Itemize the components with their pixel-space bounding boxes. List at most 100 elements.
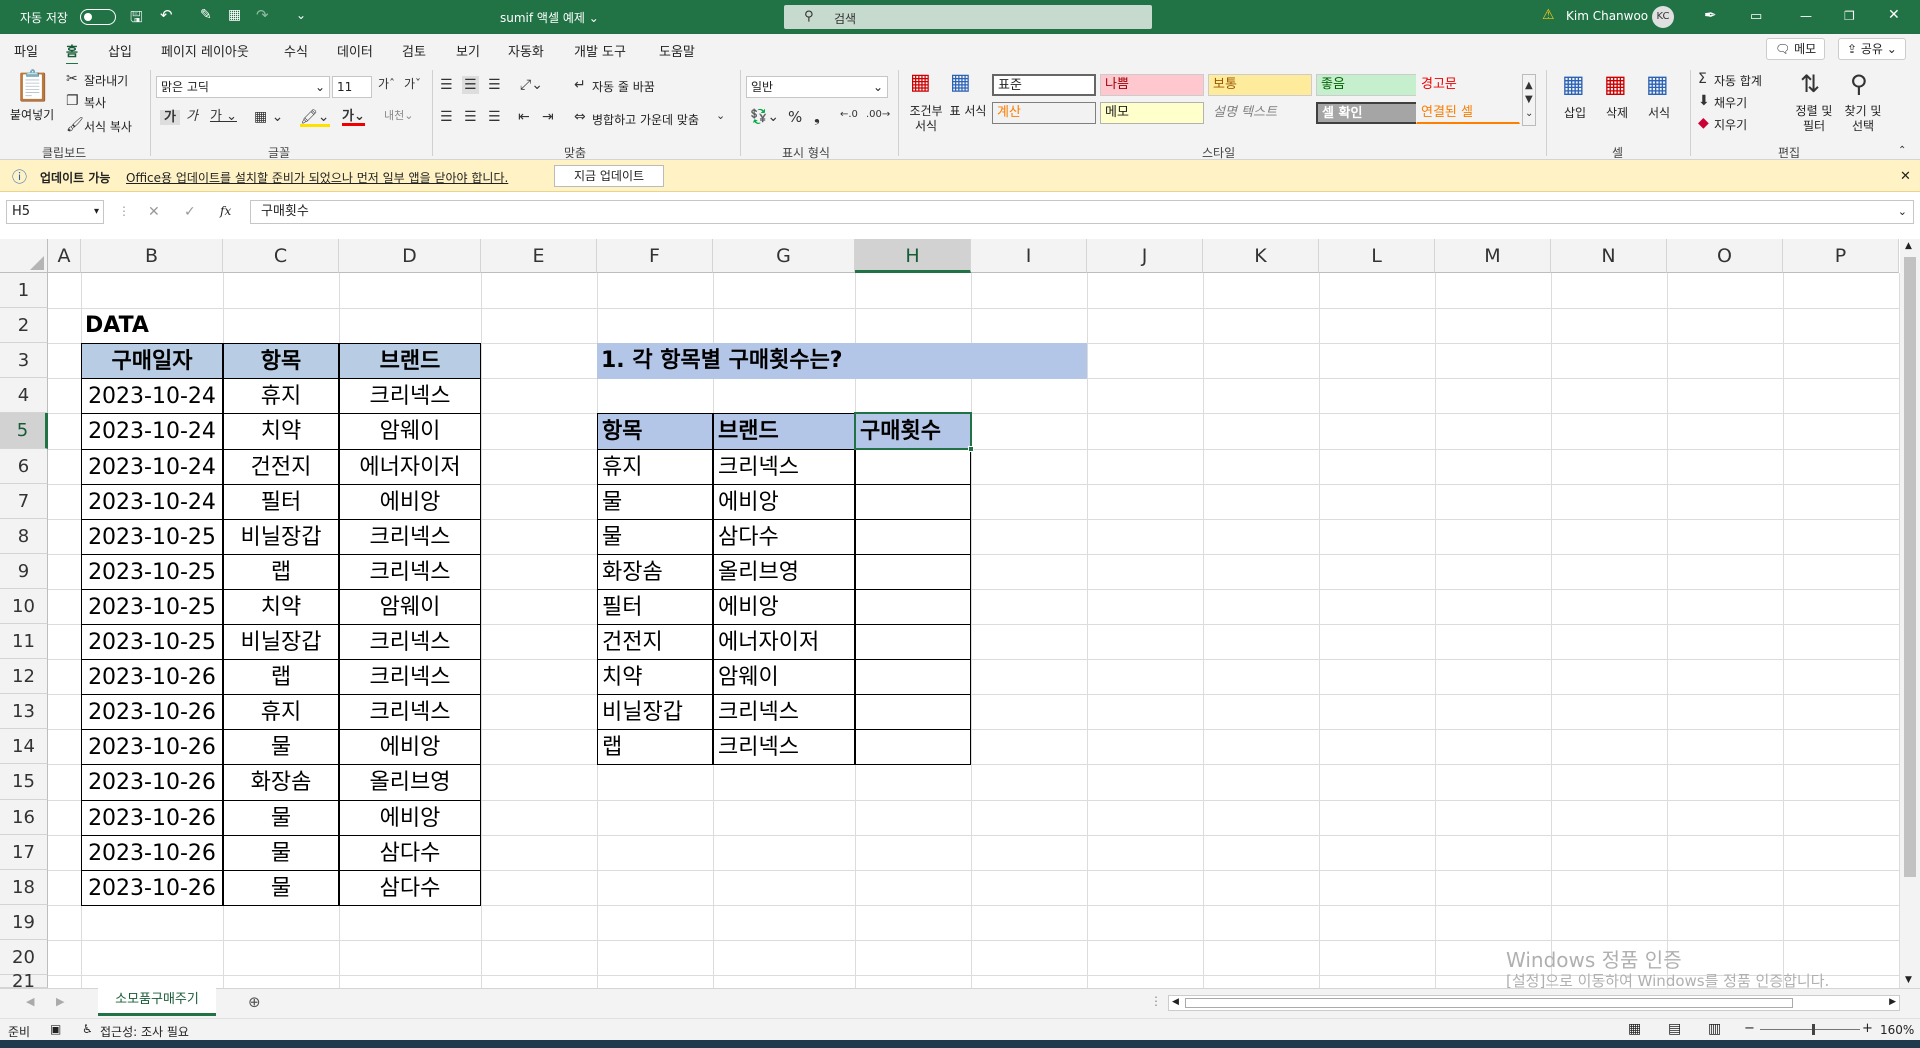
scroll-up-icon[interactable]: ▲ [1905, 241, 1912, 251]
comma-icon[interactable]: ❟ [814, 110, 820, 125]
align-top-icon[interactable]: ☰ [440, 78, 453, 92]
row-header-8[interactable]: 8 [0, 519, 48, 554]
number-format-dropdown[interactable]: 일반 ⌄ [746, 76, 888, 98]
save-icon[interactable]: 🖫 [130, 7, 143, 32]
update-now-button[interactable]: 지금 업데이트 [554, 165, 664, 187]
tab-help[interactable]: 도움말 [659, 41, 695, 60]
column-header-f[interactable]: F [597, 239, 713, 273]
style-good[interactable]: 좋음 [1316, 74, 1420, 96]
row-header-9[interactable]: 9 [0, 554, 48, 589]
delete-cells-icon[interactable]: ▦ [1604, 72, 1627, 96]
tab-home[interactable]: 홈 [66, 41, 78, 66]
column-header-a[interactable]: A [48, 239, 81, 273]
column-header-c[interactable]: C [223, 239, 339, 273]
row-header-20[interactable]: 20 [0, 940, 48, 975]
tab-review[interactable]: 검토 [402, 41, 426, 60]
normal-view-icon[interactable]: ▦ [1628, 1021, 1641, 1037]
format-cells-icon[interactable]: ▦ [1646, 72, 1669, 96]
underline-icon[interactable]: 가 ⌄ [210, 110, 237, 123]
cut-icon[interactable]: ✂ [66, 72, 78, 86]
merge-dropdown-icon[interactable]: ⌄ [716, 110, 725, 121]
redo-icon[interactable]: ↷ [256, 6, 269, 24]
search-box[interactable]: ⚲ 검색 [784, 5, 1152, 29]
decrease-font-icon[interactable]: 가ˇ [404, 78, 421, 90]
style-neutral[interactable]: 보통 [1208, 74, 1312, 96]
zoom-in-icon[interactable]: + [1862, 1021, 1873, 1036]
copy-icon[interactable]: ❐ [66, 94, 79, 108]
insert-cells-label[interactable]: 삽입 [1564, 104, 1586, 121]
font-color-icon[interactable]: 가⌄ [342, 110, 365, 126]
column-header-n[interactable]: N [1551, 239, 1667, 273]
tab-developer[interactable]: 개발 도구 [574, 41, 626, 60]
insert-cells-icon[interactable]: ▦ [1562, 72, 1585, 96]
paste-icon[interactable]: 📋 [14, 72, 51, 102]
style-bad[interactable]: 나쁨 [1100, 74, 1204, 96]
align-middle-icon[interactable]: ☰ [462, 76, 479, 94]
align-bottom-icon[interactable]: ☰ [488, 78, 501, 92]
scroll-left-icon[interactable]: ◀ [1172, 997, 1179, 1007]
row-header-7[interactable]: 7 [0, 484, 48, 519]
macro-record-icon[interactable]: ▣ [50, 1022, 61, 1036]
format-cells-label[interactable]: 서식 [1648, 104, 1670, 121]
table-icon[interactable]: ▦ [228, 7, 241, 23]
wrap-text-icon[interactable]: ↵ [574, 78, 586, 92]
row-header-3[interactable]: 3 [0, 343, 48, 378]
phonetic-icon[interactable]: 내천⌄ [384, 110, 413, 121]
user-name[interactable]: Kim Chanwoo [1566, 9, 1648, 23]
column-header-j[interactable]: J [1087, 239, 1203, 273]
table-format-icon[interactable]: ▦ [950, 72, 971, 94]
conditional-format-label[interactable]: 조건부 서식 [906, 104, 946, 134]
page-break-view-icon[interactable]: ▥ [1708, 1021, 1721, 1037]
column-header-o[interactable]: O [1667, 239, 1783, 273]
pen-icon[interactable]: ✒ [1704, 6, 1717, 24]
sort-filter-label[interactable]: 정렬 및 필터 [1794, 104, 1834, 134]
row-header-21[interactable]: 21 [0, 973, 48, 991]
share-button[interactable]: ⇪ 공유 ⌄ [1838, 38, 1906, 60]
table-format-label[interactable]: 표 서식 [948, 104, 988, 119]
wrap-text-label[interactable]: 자동 줄 바꿈 [592, 78, 655, 95]
row-header-11[interactable]: 11 [0, 624, 48, 659]
increase-decimal-icon[interactable]: ←.0 [840, 110, 858, 120]
tab-data[interactable]: 데이터 [337, 41, 373, 60]
collapse-ribbon-icon[interactable]: ⌃ [1898, 146, 1906, 156]
row-header-16[interactable]: 16 [0, 800, 48, 835]
format-painter-label[interactable]: 서식 복사 [84, 118, 132, 135]
zoom-level[interactable]: 160% [1880, 1023, 1914, 1037]
column-header-h[interactable]: H [855, 239, 971, 273]
horizontal-scrollbar[interactable]: ◀ ▶ [1168, 995, 1900, 1011]
accessibility-status[interactable]: 접근성: 조사 필요 [100, 1023, 189, 1040]
column-header-l[interactable]: L [1319, 239, 1435, 273]
close-icon[interactable]: ✕ [1888, 7, 1900, 23]
bold-icon[interactable]: 가 [160, 110, 180, 125]
autosum-label[interactable]: 자동 합계 [1714, 72, 1762, 89]
row-header-4[interactable]: 4 [0, 378, 48, 413]
orientation-icon[interactable]: ⤢⌄ [520, 78, 543, 92]
decrease-decimal-icon[interactable]: .00→ [866, 110, 890, 120]
cut-label[interactable]: 잘라내기 [84, 72, 128, 89]
zoom-slider-thumb[interactable] [1812, 1024, 1815, 1035]
copy-label[interactable]: 복사 [84, 94, 106, 111]
next-sheet-icon[interactable]: ▶ [56, 995, 64, 1008]
column-header-i[interactable]: I [971, 239, 1087, 273]
align-right-icon[interactable]: ☰ [488, 110, 501, 124]
formula-input[interactable]: 구매횟수 ⌄ [250, 200, 1914, 224]
column-header-p[interactable]: P [1783, 239, 1899, 273]
style-check-cell[interactable]: 셀 확인 [1316, 102, 1420, 124]
restore-icon[interactable]: ❐ [1844, 9, 1855, 23]
tab-automate[interactable]: 자동화 [508, 41, 544, 60]
active-cell-h5[interactable] [854, 412, 972, 450]
autosave-toggle[interactable] [80, 9, 116, 25]
row-header-14[interactable]: 14 [0, 729, 48, 764]
sort-filter-icon[interactable]: ⇅ [1800, 72, 1820, 96]
format-painter-icon[interactable]: ✎ [200, 7, 212, 23]
style-explanatory[interactable]: 설명 텍스트 [1208, 102, 1312, 124]
row-header-13[interactable]: 13 [0, 694, 48, 729]
conditional-format-icon[interactable]: ▦ [910, 72, 931, 94]
prev-sheet-icon[interactable]: ◀ [26, 995, 34, 1008]
style-warning[interactable]: 경고문 [1416, 74, 1520, 96]
row-header-1[interactable]: 1 [0, 273, 48, 308]
scroll-right-icon[interactable]: ▶ [1889, 997, 1896, 1007]
style-calculation[interactable]: 계산 [992, 102, 1096, 124]
clear-icon[interactable]: ◆ [1698, 116, 1709, 130]
vertical-scroll-thumb[interactable] [1904, 257, 1916, 877]
